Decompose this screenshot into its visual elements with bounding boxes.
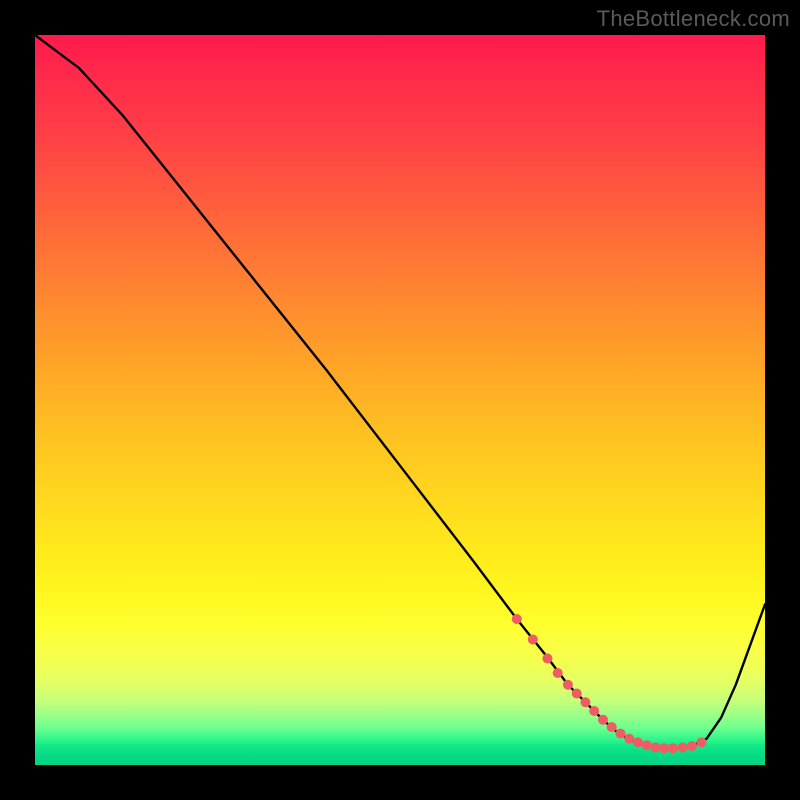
valley-marker <box>512 614 522 624</box>
plot-area <box>35 35 765 765</box>
valley-marker <box>651 742 661 752</box>
valley-marker <box>633 737 643 747</box>
valley-marker <box>528 634 538 644</box>
valley-marker <box>615 729 625 739</box>
valley-marker <box>572 688 582 698</box>
valley-markers <box>512 614 707 753</box>
valley-marker <box>589 706 599 716</box>
bottleneck-curve-path <box>35 35 765 748</box>
valley-marker <box>598 715 608 725</box>
valley-marker <box>580 697 590 707</box>
valley-marker <box>687 741 697 751</box>
valley-marker <box>563 680 573 690</box>
valley-marker <box>642 740 652 750</box>
valley-marker <box>607 722 617 732</box>
attribution-label: TheBottleneck.com <box>597 6 790 32</box>
valley-marker <box>696 737 706 747</box>
valley-marker <box>678 742 688 752</box>
valley-marker <box>624 734 634 744</box>
valley-marker <box>668 743 678 753</box>
valley-marker <box>553 668 563 678</box>
valley-marker <box>659 743 669 753</box>
bottleneck-curve-svg <box>35 35 765 765</box>
chart-frame: TheBottleneck.com <box>0 0 800 800</box>
valley-marker <box>542 653 552 663</box>
